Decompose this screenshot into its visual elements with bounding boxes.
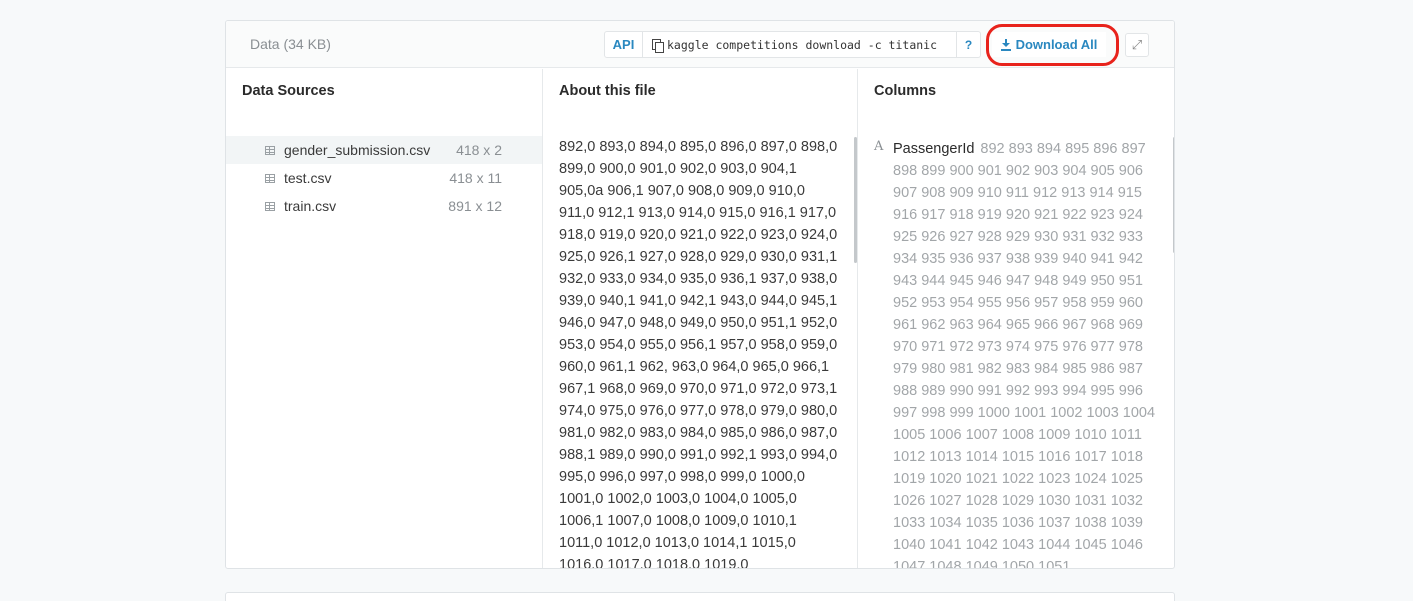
source-dims: 418 x 11 [449, 170, 502, 186]
column-entry: A PassengerId 892 893 894 895 896 897 898… [874, 138, 1164, 568]
download-all-label: Download All [1015, 37, 1098, 52]
data-sources-column: Data Sources gender_submission.csv 418 x… [226, 69, 543, 568]
source-dims: 418 x 2 [456, 142, 502, 158]
data-sources-list: gender_submission.csv 418 x 2 test.csv 4… [226, 136, 542, 220]
api-toolbar: API kaggle competitions download -c tita… [604, 31, 981, 58]
source-item-test[interactable]: test.csv 418 x 11 [226, 164, 542, 192]
table-icon [265, 201, 275, 211]
next-panel [225, 592, 1175, 601]
expand-button[interactable]: ⤢ [1125, 33, 1149, 57]
source-item-gender-submission[interactable]: gender_submission.csv 418 x 2 [226, 136, 542, 164]
source-dims: 891 x 12 [448, 198, 502, 214]
panel-header: Data (34 KB) API kaggle competitions dow… [226, 21, 1174, 68]
column-name: PassengerId [893, 141, 975, 157]
columns-column: Columns A PassengerId 892 893 894 895 896… [858, 69, 1174, 568]
expand-icon: ⤢ [1131, 37, 1143, 52]
about-file-column: About this file 892,0 893,0 894,0 895,0 … [543, 69, 858, 568]
about-file-text: 892,0 893,0 894,0 895,0 896,0 897,0 898,… [559, 139, 838, 568]
table-icon [265, 145, 275, 155]
string-type-icon: A [874, 139, 884, 154]
source-name: train.csv [284, 198, 337, 214]
columns-scrollbar[interactable] [1173, 137, 1174, 253]
source-name: gender_submission.csv [284, 142, 431, 158]
source-item-train[interactable]: train.csv 891 x 12 [226, 192, 542, 220]
command-text: kaggle competitions download -c titanic [667, 37, 938, 52]
column-body: PassengerId 892 893 894 895 896 897 898 8… [893, 138, 1164, 568]
data-sources-title: Data Sources [242, 83, 335, 99]
column-values: 892 893 894 895 896 897 898 899 900 901 … [893, 141, 1156, 568]
about-file-title: About this file [559, 83, 656, 99]
table-icon [265, 173, 275, 183]
download-all-button[interactable]: Download All [992, 32, 1106, 57]
api-button[interactable]: API [604, 31, 643, 58]
data-panel: Data (34 KB) API kaggle competitions dow… [225, 20, 1175, 569]
copy-icon [652, 38, 664, 53]
columns-title: Columns [874, 83, 937, 99]
panel-title: Data (34 KB) [250, 36, 331, 52]
copy-command-button[interactable]: kaggle competitions download -c titanic [643, 31, 957, 58]
about-scrollbar[interactable] [854, 137, 857, 263]
source-name: test.csv [284, 170, 332, 186]
help-button[interactable]: ? [957, 31, 981, 58]
download-icon [1000, 38, 1011, 51]
